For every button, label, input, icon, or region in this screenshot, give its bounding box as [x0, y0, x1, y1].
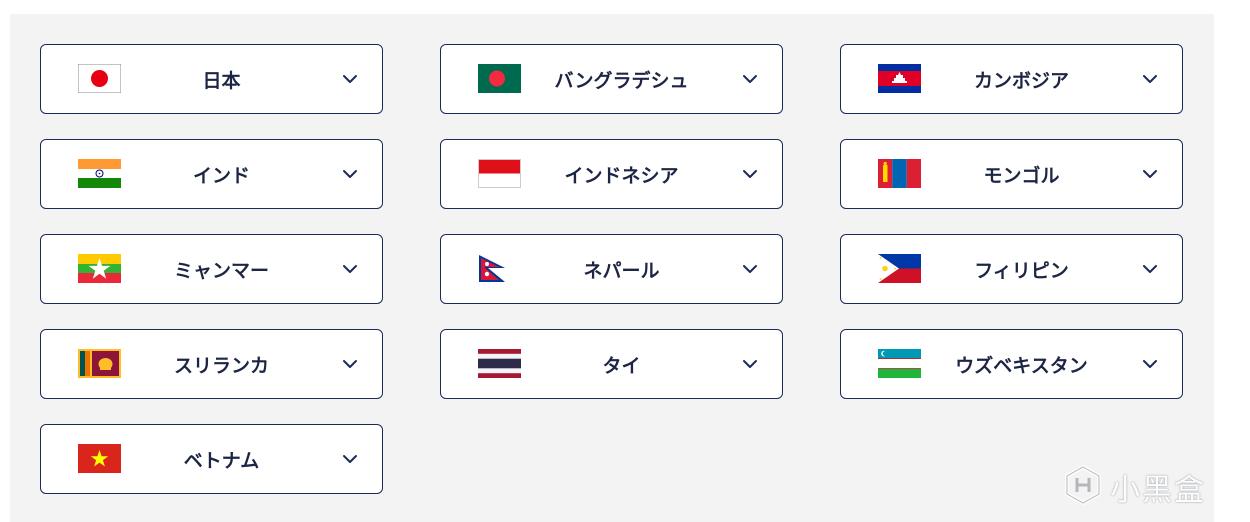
country-label: バングラデシュ [554, 69, 689, 92]
india-flag-icon [78, 159, 121, 188]
country-card-vietnam[interactable]: ベトナム [40, 424, 383, 494]
country-grid: 日本 バングラデシュ カンボジア インド インドネシア モンゴル ミャンマー ネ… [40, 44, 1183, 494]
vietnam-flag-icon [78, 444, 121, 473]
country-card-mongolia[interactable]: モンゴル [840, 139, 1183, 209]
sri-lanka-flag-icon [78, 349, 121, 378]
country-label: インドネシア [564, 164, 679, 187]
cambodia-flag-icon [878, 64, 921, 93]
japan-flag-icon [78, 64, 121, 93]
chevron-down-icon[interactable] [342, 166, 358, 182]
country-card-japan[interactable]: 日本 [40, 44, 383, 114]
mongolia-flag-icon [878, 159, 921, 188]
country-label: ミャンマー [173, 259, 269, 282]
country-card-uzbekistan[interactable]: ウズベキスタン [840, 329, 1183, 399]
watermark-text: 小黑盒 [1110, 473, 1206, 508]
bangladesh-flag-icon [478, 64, 521, 93]
country-label: カンボジア [973, 69, 1069, 92]
myanmar-flag-icon [78, 254, 121, 283]
country-label: スリランカ [173, 354, 269, 377]
country-label: フィリピン [974, 259, 1069, 282]
country-label: ウズベキスタン [955, 354, 1088, 377]
chevron-down-icon[interactable] [342, 261, 358, 277]
chevron-down-icon[interactable] [742, 356, 758, 372]
chevron-down-icon[interactable] [742, 261, 758, 277]
chevron-down-icon[interactable] [1142, 71, 1158, 87]
chevron-down-icon[interactable] [742, 166, 758, 182]
country-card-india[interactable]: インド [40, 139, 383, 209]
country-label: モンゴル [983, 164, 1060, 187]
country-label: ベトナム [183, 449, 260, 472]
chevron-down-icon[interactable] [342, 71, 358, 87]
xiaoheihe-logo-icon [1062, 464, 1104, 510]
nepal-flag-icon [478, 254, 521, 283]
chevron-down-icon[interactable] [742, 71, 758, 87]
country-card-myanmar[interactable]: ミャンマー [40, 234, 383, 304]
country-card-cambodia[interactable]: カンボジア [840, 44, 1183, 114]
country-label: インド [192, 164, 250, 187]
country-card-thailand[interactable]: タイ [440, 329, 783, 399]
country-card-nepal[interactable]: ネパール [440, 234, 783, 304]
country-card-indonesia[interactable]: インドネシア [440, 139, 783, 209]
country-label: 日本 [202, 69, 241, 92]
philippines-flag-icon [878, 254, 921, 283]
thailand-flag-icon [478, 349, 521, 378]
country-label: ネパール [583, 259, 660, 282]
chevron-down-icon[interactable] [342, 451, 358, 467]
chevron-down-icon[interactable] [1142, 356, 1158, 372]
country-card-bangladesh[interactable]: バングラデシュ [440, 44, 783, 114]
country-label: タイ [602, 354, 641, 377]
uzbekistan-flag-icon [878, 349, 921, 378]
chevron-down-icon[interactable] [1142, 261, 1158, 277]
chevron-down-icon[interactable] [342, 356, 358, 372]
country-card-philippines[interactable]: フィリピン [840, 234, 1183, 304]
country-card-sri-lanka[interactable]: スリランカ [40, 329, 383, 399]
watermark: 小黑盒 [1062, 462, 1222, 512]
country-selector-panel: 日本 バングラデシュ カンボジア インド インドネシア モンゴル ミャンマー ネ… [10, 14, 1214, 522]
indonesia-flag-icon [478, 159, 521, 188]
chevron-down-icon[interactable] [1142, 166, 1158, 182]
